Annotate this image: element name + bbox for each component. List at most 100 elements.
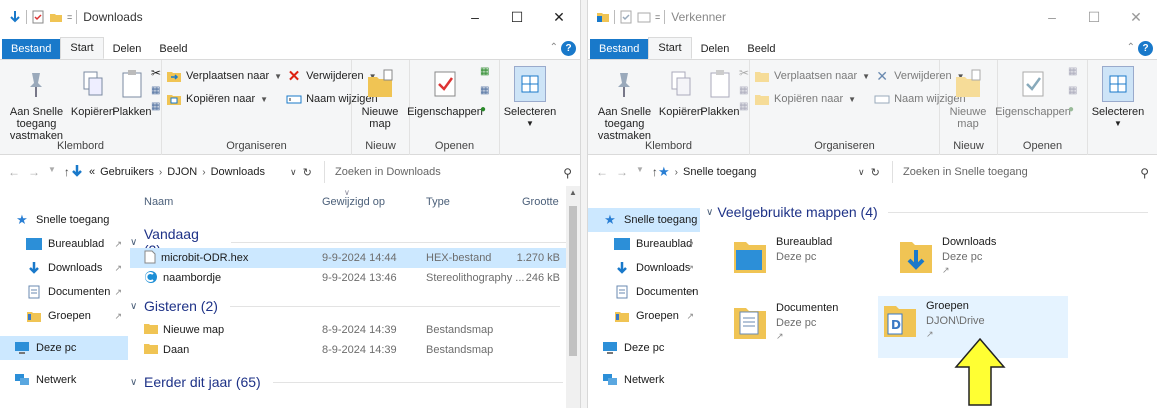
sidebar-item-quick-access[interactable]: ★ Snelle toegang <box>588 208 700 232</box>
move-to-button[interactable]: Verplaatsen naar ▼ <box>166 68 282 84</box>
close-button[interactable]: ✕ <box>1115 0 1157 34</box>
pin-icon[interactable]: ↗ <box>114 239 122 250</box>
group-header-frequent-folders[interactable]: ∨ Veelgebruikte mappen (4) <box>706 204 1148 220</box>
copy-path-icon[interactable]: ▦ <box>739 85 749 96</box>
maximize-button[interactable]: ☐ <box>1073 0 1115 34</box>
pin-icon[interactable]: ↗ <box>686 311 694 322</box>
group-header-yesterday[interactable]: ∨ Gisteren (2) <box>130 298 560 314</box>
sidebar-item-network[interactable]: Netwerk <box>0 368 128 392</box>
sidebar-item-groups[interactable]: Groepen ↗ <box>588 304 700 328</box>
history-dropdown-icon[interactable]: ∨ <box>858 167 865 178</box>
tab-view[interactable]: Beeld <box>150 39 196 59</box>
cut-icon[interactable]: ✂ <box>739 66 749 80</box>
breadcrumb-overflow[interactable]: « <box>89 166 95 178</box>
copy-to-button[interactable]: Kopiëren naar ▼ <box>754 91 870 107</box>
tab-share[interactable]: Delen <box>692 39 739 59</box>
vertical-scrollbar[interactable]: ▲ <box>566 186 580 408</box>
pin-icon[interactable]: ↗ <box>686 263 694 274</box>
search-input[interactable]: Zoeken in Snelle toegang <box>903 166 1028 178</box>
copy-to-button[interactable]: Kopiëren naar ▼ <box>166 91 282 107</box>
copy-path-icon[interactable]: ▦ <box>151 85 161 96</box>
qa-dropdown-icon[interactable]: = <box>67 12 72 22</box>
properties-icon[interactable] <box>31 10 45 24</box>
back-arrow-icon[interactable]: ← <box>596 165 608 179</box>
close-button[interactable]: ✕ <box>538 0 580 34</box>
maximize-button[interactable]: ☐ <box>496 0 538 34</box>
back-arrow-icon[interactable]: ← <box>8 165 20 179</box>
history-icon[interactable]: ● <box>1068 104 1077 115</box>
refresh-icon[interactable]: ↻ <box>303 166 312 179</box>
tile-downloads[interactable]: Downloads Deze pc ↗ <box>894 232 1084 294</box>
edit-icon[interactable]: ▦ <box>1068 85 1077 96</box>
paste-shortcut-icon[interactable]: ▦ <box>151 101 161 112</box>
folder-icon[interactable] <box>49 10 63 24</box>
history-icon[interactable]: ● <box>480 104 489 115</box>
sidebar-item-this-pc[interactable]: Deze pc <box>0 336 128 360</box>
chevron-up-icon[interactable]: ⌃ <box>1127 42 1135 53</box>
breadcrumb-item-users[interactable]: Gebruikers <box>100 166 154 178</box>
minimize-button[interactable]: – <box>454 0 496 34</box>
table-row[interactable]: Daan 8-9-2024 14:39 Bestandsmap <box>130 340 566 360</box>
tab-file[interactable]: Bestand <box>590 39 649 59</box>
search-input[interactable]: Zoeken in Downloads <box>335 166 441 178</box>
open-icon[interactable]: ▦ <box>1068 66 1077 77</box>
folder-icon[interactable] <box>637 10 651 24</box>
pin-icon[interactable]: ↗ <box>114 287 122 298</box>
open-icon[interactable]: ▦ <box>480 66 489 77</box>
sidebar-item-this-pc[interactable]: Deze pc <box>588 336 700 360</box>
sidebar-item-desktop[interactable]: Bureaublad ↗ <box>0 232 128 256</box>
tab-file[interactable]: Bestand <box>2 39 61 59</box>
column-header-size[interactable]: Grootte <box>522 196 559 208</box>
group-header-earlier[interactable]: ∨ Eerder dit jaar (65) <box>130 374 563 390</box>
pin-icon[interactable]: ↗ <box>686 287 694 298</box>
chevron-up-icon[interactable]: ⌃ <box>550 42 558 53</box>
pin-icon[interactable]: ↗ <box>114 311 122 322</box>
sidebar-item-documents[interactable]: Documenten ↗ <box>0 280 128 304</box>
breadcrumb[interactable]: ★ › Snelle toegang <box>658 161 858 183</box>
table-row[interactable]: Nieuwe map 8-9-2024 14:39 Bestandsmap <box>130 320 566 340</box>
tab-share[interactable]: Delen <box>104 39 151 59</box>
edit-icon[interactable]: ▦ <box>480 85 489 96</box>
refresh-icon[interactable]: ↻ <box>871 166 880 179</box>
recent-chevron-icon[interactable]: ▼ <box>636 165 644 179</box>
minimize-button[interactable]: – <box>1031 0 1073 34</box>
select-button[interactable]: Selecteren ▼ <box>500 60 560 155</box>
breadcrumb-item-quick-access[interactable]: Snelle toegang <box>683 166 756 178</box>
tab-view[interactable]: Beeld <box>738 39 784 59</box>
scroll-up-icon[interactable]: ▲ <box>566 188 580 197</box>
pin-icon[interactable]: ↗ <box>942 265 996 276</box>
help-icon[interactable]: ? <box>561 41 576 56</box>
search-box[interactable]: Zoeken in Downloads ⚲ <box>324 161 580 183</box>
tab-start[interactable]: Start <box>648 37 692 59</box>
explorer-icon[interactable] <box>596 10 610 24</box>
sidebar-item-downloads[interactable]: Downloads ↗ <box>0 256 128 280</box>
sidebar-item-quick-access[interactable]: ★ Snelle toegang <box>0 208 128 232</box>
history-dropdown-icon[interactable]: ∨ <box>290 167 297 178</box>
move-to-button[interactable]: Verplaatsen naar ▼ <box>754 68 870 84</box>
select-button[interactable]: Selecteren ▼ <box>1088 60 1148 155</box>
table-row[interactable]: microbit-ODR.hex 9-9-2024 14:44 HEX-best… <box>130 248 566 268</box>
properties-icon[interactable] <box>619 10 633 24</box>
sidebar-item-downloads[interactable]: Downloads ↗ <box>588 256 700 280</box>
breadcrumb[interactable]: « Gebruikers › DJON › Downloads <box>70 161 290 183</box>
pin-icon[interactable]: ↗ <box>114 263 122 274</box>
scrollbar-thumb[interactable] <box>569 206 577 356</box>
column-header-type[interactable]: Type <box>426 196 450 208</box>
tab-start[interactable]: Start <box>60 37 104 59</box>
column-header-modified[interactable]: Gewijzigd op <box>322 196 385 208</box>
tile-desktop[interactable]: Bureaublad Deze pc <box>728 232 918 294</box>
table-row[interactable]: naambordje 9-9-2024 13:46 Stereolithogra… <box>130 268 566 288</box>
down-arrow-icon[interactable] <box>8 10 22 24</box>
forward-arrow-icon[interactable]: → <box>616 165 628 179</box>
help-icon[interactable]: ? <box>1138 41 1153 56</box>
sidebar-item-network[interactable]: Netwerk <box>588 368 700 392</box>
cut-icon[interactable]: ✂ <box>151 66 161 80</box>
column-header-name[interactable]: Naam <box>144 196 173 208</box>
recent-chevron-icon[interactable]: ▼ <box>48 165 56 179</box>
sidebar-item-documents[interactable]: Documenten ↗ <box>588 280 700 304</box>
pin-icon[interactable]: ↗ <box>686 239 694 250</box>
forward-arrow-icon[interactable]: → <box>28 165 40 179</box>
pin-icon[interactable]: ↗ <box>776 331 838 342</box>
sidebar-item-desktop[interactable]: Bureaublad ↗ <box>588 232 700 256</box>
breadcrumb-item-djon[interactable]: DJON <box>167 166 197 178</box>
